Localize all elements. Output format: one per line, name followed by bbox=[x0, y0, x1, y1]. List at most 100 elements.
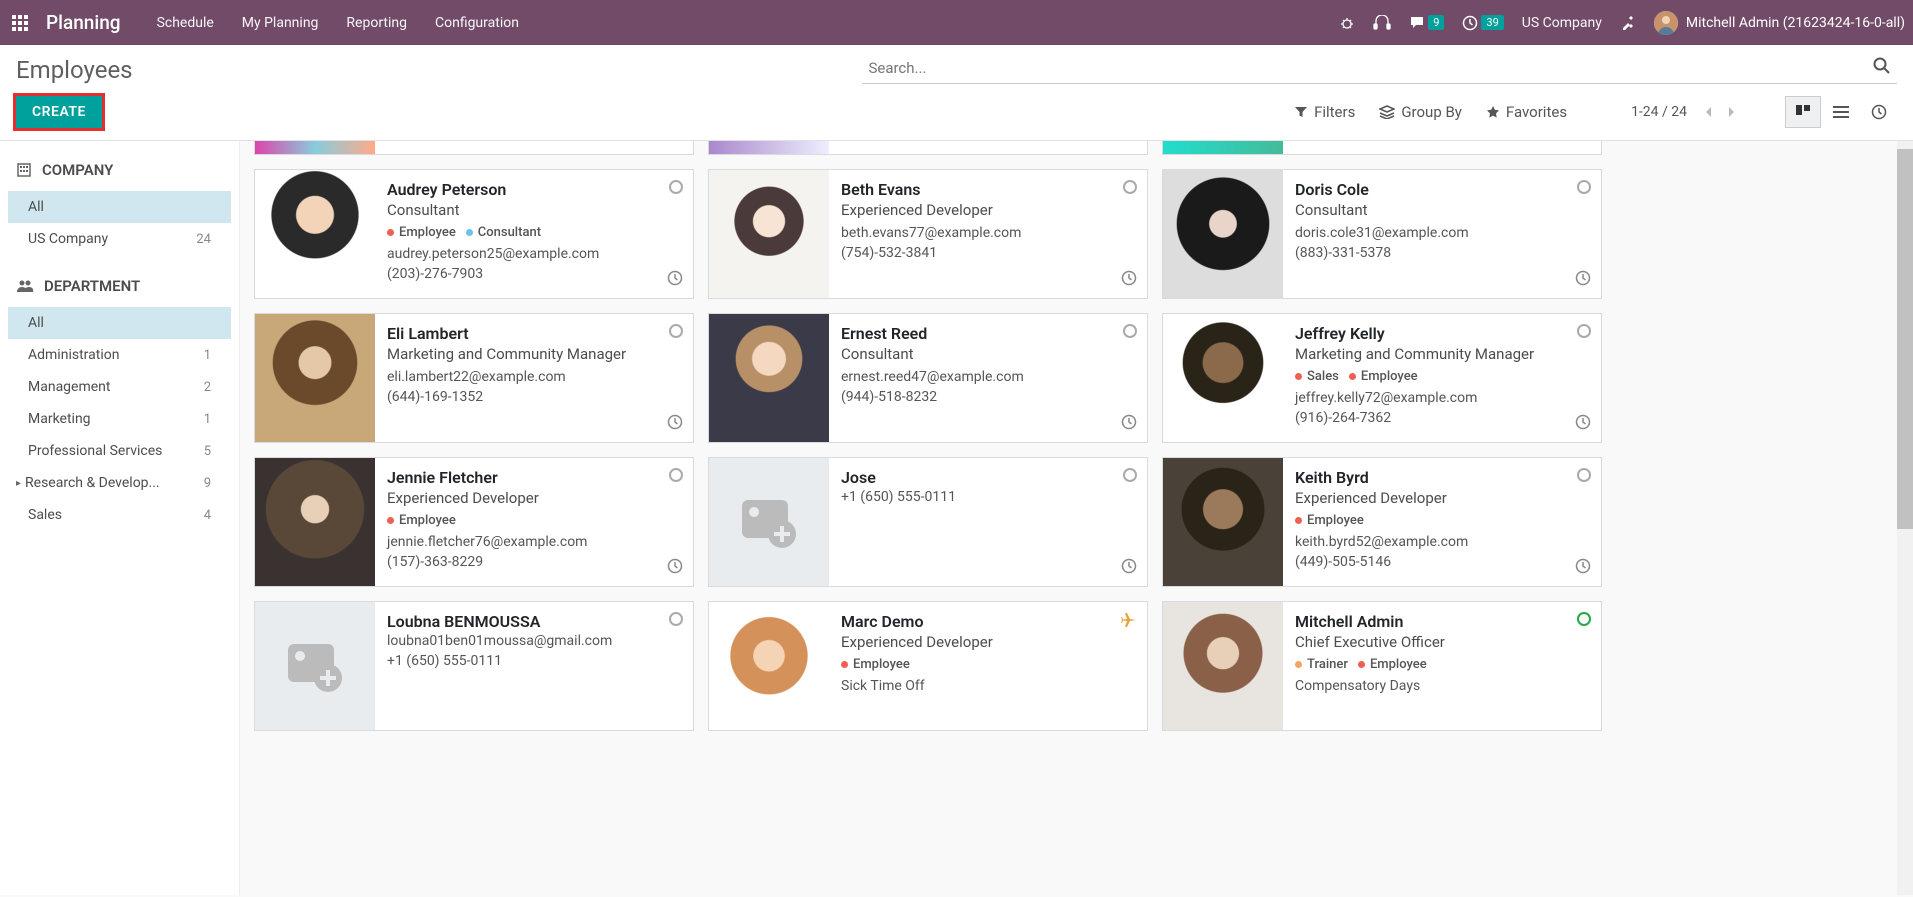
employee-email: jeffrey.kelly72@example.com bbox=[1295, 390, 1589, 406]
employee-photo bbox=[709, 170, 829, 298]
sidebar-item-dept-1[interactable]: Administration1 bbox=[8, 339, 231, 371]
employee-card[interactable]: Jennie FletcherExperienced DeveloperEmpl… bbox=[254, 457, 694, 587]
sidebar-dept-header: DEPARTMENT bbox=[8, 273, 231, 299]
sidebar-item-label: Research & Develop... bbox=[25, 475, 204, 491]
activity-clock-icon[interactable] bbox=[1121, 558, 1137, 578]
activity-clock-icon[interactable] bbox=[1575, 270, 1591, 290]
activity-clock-icon[interactable] bbox=[1575, 414, 1591, 434]
filters-button[interactable]: Filters bbox=[1294, 103, 1355, 121]
plane-icon bbox=[1121, 612, 1137, 632]
employee-card[interactable]: Marc DemoExperienced DeveloperEmployeeSi… bbox=[708, 601, 1148, 731]
tag: Trainer bbox=[1295, 657, 1348, 672]
messages-badge: 9 bbox=[1428, 15, 1444, 30]
kanban-view-button[interactable] bbox=[1785, 96, 1821, 128]
presence-indicator[interactable] bbox=[1123, 468, 1137, 482]
create-button[interactable]: CREATE bbox=[16, 96, 102, 128]
sidebar-item-dept-4[interactable]: Professional Services5 bbox=[8, 435, 231, 467]
sidebar-item-company-0[interactable]: All bbox=[8, 191, 231, 223]
list-view-button[interactable] bbox=[1823, 96, 1859, 128]
employee-email: keith.byrd52@example.com bbox=[1295, 534, 1589, 550]
sidebar-item-dept-2[interactable]: Management2 bbox=[8, 371, 231, 403]
employee-card[interactable]: Jose+1 (650) 555-0111 bbox=[708, 457, 1148, 587]
search-icon[interactable] bbox=[1867, 57, 1897, 79]
presence-indicator[interactable] bbox=[1577, 324, 1591, 338]
presence-indicator[interactable] bbox=[1577, 612, 1591, 626]
card-partial[interactable] bbox=[708, 141, 1148, 155]
user-menu[interactable]: Mitchell Admin (21623424-16-0-all) bbox=[1654, 11, 1905, 35]
main-navbar: Planning Schedule My Planning Reporting … bbox=[0, 0, 1913, 45]
employee-card[interactable]: Keith ByrdExperienced DeveloperEmployeek… bbox=[1162, 457, 1602, 587]
presence-indicator[interactable] bbox=[669, 612, 683, 626]
employee-name: Audrey Peterson bbox=[387, 180, 681, 199]
employee-card[interactable]: Beth EvansExperienced Developerbeth.evan… bbox=[708, 169, 1148, 299]
pager-next-button[interactable] bbox=[1721, 102, 1741, 122]
activity-clock-icon[interactable] bbox=[1121, 414, 1137, 434]
nav-configuration[interactable]: Configuration bbox=[435, 15, 519, 31]
presence-indicator[interactable] bbox=[669, 180, 683, 194]
sidebar-item-label: All bbox=[28, 315, 211, 331]
layers-icon bbox=[1379, 105, 1395, 119]
sidebar-item-dept-3[interactable]: Marketing1 bbox=[8, 403, 231, 435]
scroll-thumb[interactable] bbox=[1897, 149, 1913, 529]
nav-my-planning[interactable]: My Planning bbox=[242, 15, 319, 31]
employee-phone: (157)-363-8229 bbox=[387, 554, 681, 570]
presence-indicator[interactable] bbox=[1123, 324, 1137, 338]
nav-reporting[interactable]: Reporting bbox=[346, 15, 407, 31]
activity-clock-icon[interactable] bbox=[1575, 558, 1591, 578]
apps-menu-icon[interactable] bbox=[8, 11, 32, 35]
sidebar-item-dept-5[interactable]: ▸Research & Develop...9 bbox=[8, 467, 231, 499]
pager-counter[interactable]: 1-24 / 24 bbox=[1631, 104, 1687, 120]
app-brand[interactable]: Planning bbox=[46, 11, 121, 34]
sidebar-item-dept-6[interactable]: Sales4 bbox=[8, 499, 231, 531]
employee-card[interactable]: Eli LambertMarketing and Community Manag… bbox=[254, 313, 694, 443]
activity-clock-icon[interactable] bbox=[1121, 270, 1137, 290]
presence-indicator[interactable] bbox=[1123, 180, 1137, 194]
activity-clock-icon[interactable] bbox=[667, 270, 683, 290]
employee-card[interactable]: Mitchell AdminChief Executive OfficerTra… bbox=[1162, 601, 1602, 731]
company-selector[interactable]: US Company bbox=[1522, 15, 1602, 31]
messages-icon[interactable]: 9 bbox=[1409, 15, 1444, 31]
employee-card[interactable]: Doris ColeConsultantdoris.cole31@example… bbox=[1162, 169, 1602, 299]
page-title: Employees bbox=[16, 56, 133, 84]
support-icon[interactable] bbox=[1373, 15, 1391, 31]
employee-title: Marketing and Community Manager bbox=[1295, 345, 1589, 363]
card-partial[interactable] bbox=[1162, 141, 1602, 155]
tools-icon[interactable] bbox=[1620, 15, 1636, 31]
sidebar-item-label: US Company bbox=[28, 231, 196, 247]
employee-name: Mitchell Admin bbox=[1295, 612, 1589, 631]
sidebar-item-dept-0[interactable]: All bbox=[8, 307, 231, 339]
search-input[interactable] bbox=[862, 55, 1867, 81]
activity-view-button[interactable] bbox=[1861, 96, 1897, 128]
employee-phone: (203)-276-7903 bbox=[387, 266, 681, 282]
employee-card[interactable]: Loubna BENMOUSSAloubna01ben01moussa@gmai… bbox=[254, 601, 694, 731]
activity-clock-icon[interactable] bbox=[667, 414, 683, 434]
nav-schedule[interactable]: Schedule bbox=[157, 15, 214, 31]
activities-icon[interactable]: 39 bbox=[1462, 15, 1503, 31]
employee-name: Doris Cole bbox=[1295, 180, 1589, 199]
debug-icon[interactable] bbox=[1339, 15, 1355, 31]
control-panel: Employees CREATE Filters Group By Favori… bbox=[0, 45, 1913, 141]
presence-indicator[interactable] bbox=[1577, 180, 1591, 194]
employee-photo bbox=[1163, 314, 1283, 442]
employee-phone: (883)-331-5378 bbox=[1295, 245, 1589, 261]
pager-prev-button[interactable] bbox=[1699, 102, 1719, 122]
employee-card[interactable]: Audrey PetersonConsultantEmployeeConsult… bbox=[254, 169, 694, 299]
presence-indicator[interactable] bbox=[669, 468, 683, 482]
employee-name: Jeffrey Kelly bbox=[1295, 324, 1589, 343]
employee-name: Ernest Reed bbox=[841, 324, 1135, 343]
employee-card[interactable]: Jeffrey Kelly Marketing and Community Man… bbox=[1162, 313, 1602, 443]
activity-clock-icon[interactable] bbox=[667, 558, 683, 578]
sidebar-item-company-1[interactable]: US Company24 bbox=[8, 223, 231, 255]
employee-card[interactable]: Ernest ReedConsultanternest.reed47@examp… bbox=[708, 313, 1148, 443]
groupby-button[interactable]: Group By bbox=[1379, 103, 1462, 121]
presence-indicator[interactable] bbox=[1577, 468, 1591, 482]
star-icon bbox=[1486, 105, 1500, 119]
scrollbar[interactable] bbox=[1897, 141, 1913, 895]
presence-indicator[interactable] bbox=[669, 324, 683, 338]
card-partial[interactable] bbox=[254, 141, 694, 155]
favorites-button[interactable]: Favorites bbox=[1486, 103, 1567, 121]
employee-name: Keith Byrd bbox=[1295, 468, 1589, 487]
employee-phone: +1 (650) 555-0111 bbox=[387, 653, 681, 669]
employee-photo bbox=[1163, 170, 1283, 298]
sidebar-item-label: Professional Services bbox=[28, 443, 204, 459]
